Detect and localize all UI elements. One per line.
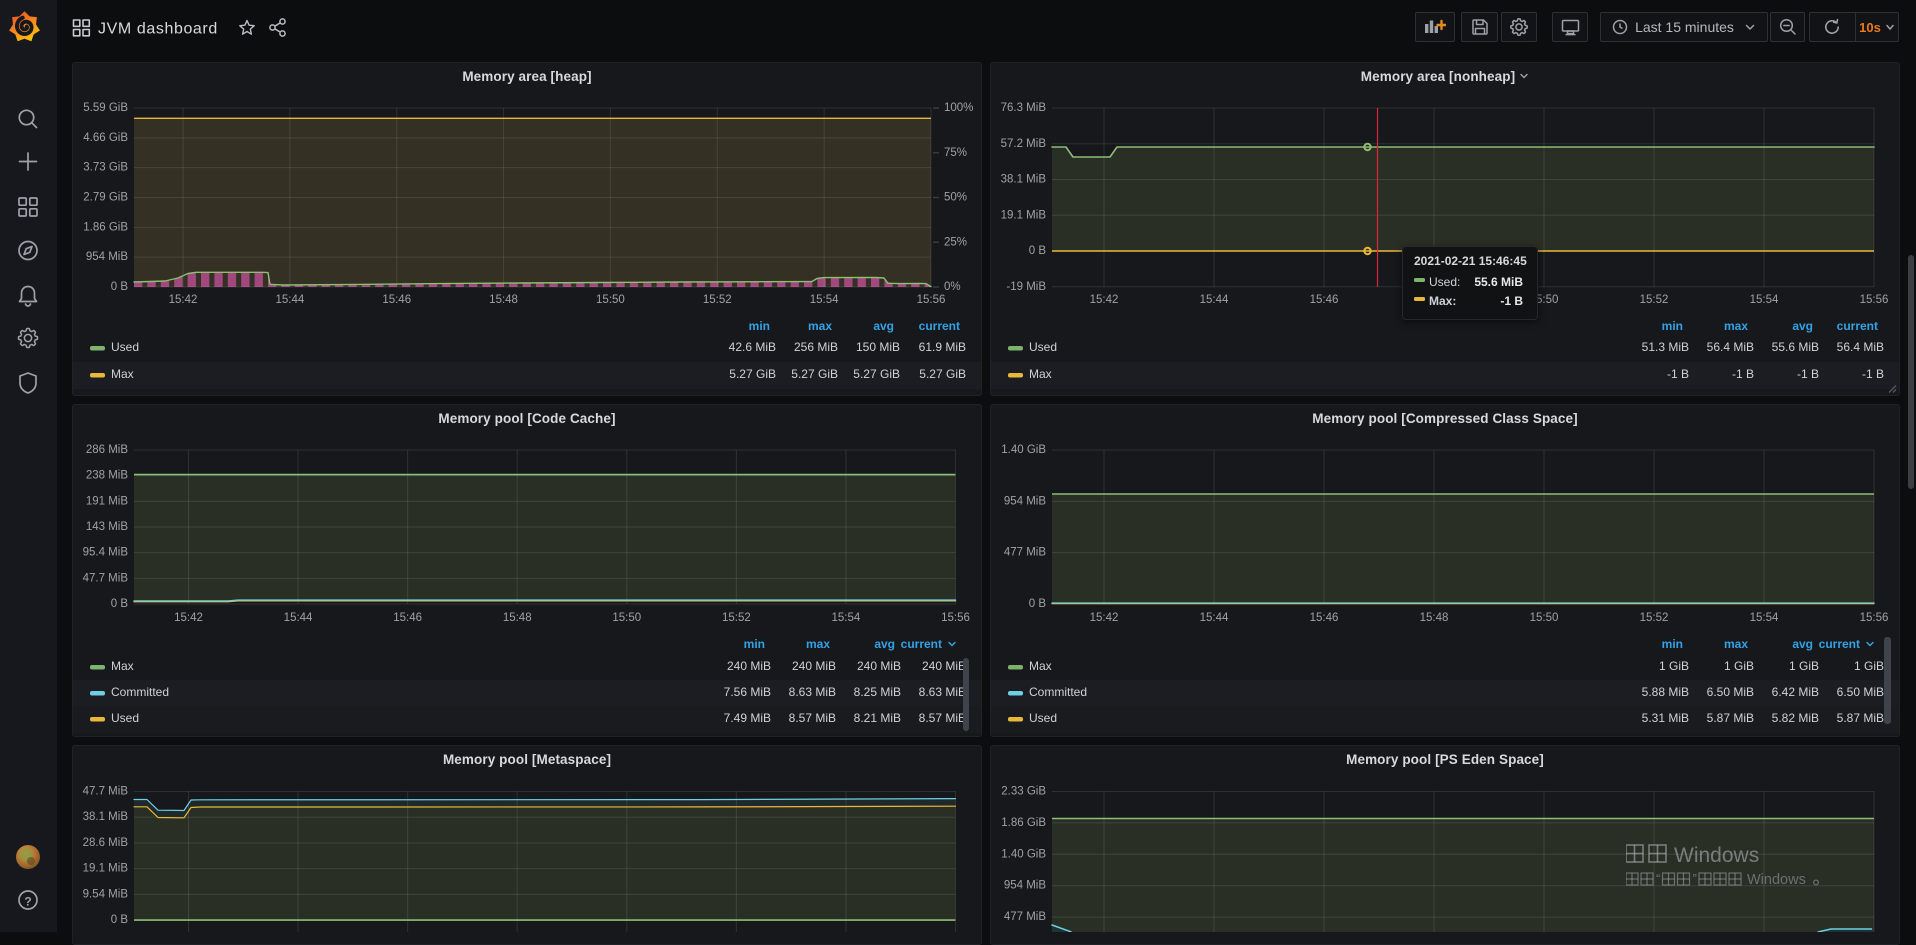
svg-text:?: ? xyxy=(24,895,31,909)
svg-text:JVM dashboard: JVM dashboard xyxy=(98,21,218,38)
svg-text:”: ” xyxy=(1693,871,1697,886)
svg-text:Windows: Windows xyxy=(1674,844,1759,867)
svg-text:Windows: Windows xyxy=(1747,872,1806,888)
svg-text:“: “ xyxy=(1656,871,1660,886)
